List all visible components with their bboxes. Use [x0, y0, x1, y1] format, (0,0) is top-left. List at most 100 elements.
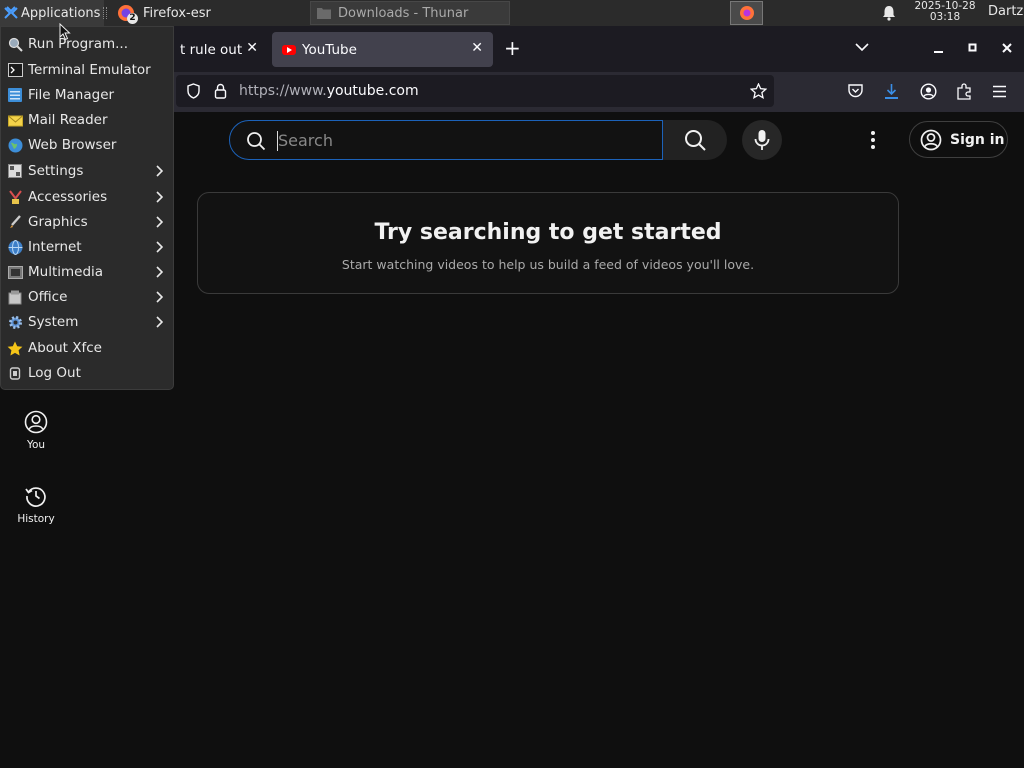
star-icon [7, 340, 23, 356]
panel-user-name[interactable]: Dartz [988, 4, 1023, 19]
account-circle-icon [920, 129, 942, 150]
account-icon[interactable] [920, 83, 937, 100]
hamburger-menu-icon[interactable] [992, 85, 1007, 98]
menu-item-about-xfce[interactable]: About Xfce [1, 336, 173, 360]
menu-item-label: Settings [28, 163, 84, 179]
tab-youtube[interactable]: YouTube ✕ [272, 32, 493, 67]
taskbar-firefox-label: Firefox-esr [143, 5, 211, 21]
search-button[interactable] [663, 120, 727, 160]
menu-item-log-out[interactable]: Log Out [1, 361, 173, 385]
url-text[interactable]: https://www.youtube.com [239, 83, 419, 99]
office-icon [7, 289, 23, 305]
panel-clock[interactable]: 2025-10-28 03:18 [906, 1, 984, 23]
internet-icon [7, 239, 23, 255]
tab-close-icon[interactable]: ✕ [471, 40, 483, 56]
menu-item-label: Accessories [28, 189, 108, 205]
account-icon [24, 410, 48, 434]
file-manager-icon [7, 87, 23, 103]
new-tab-button[interactable]: + [504, 38, 521, 58]
menu-item-run-program[interactable]: Run Program... [1, 32, 173, 56]
youtube-search-box[interactable]: Search [229, 120, 663, 160]
menu-item-accessories[interactable]: Accessories [1, 185, 173, 209]
extensions-icon[interactable] [956, 83, 973, 100]
search-icon [247, 132, 266, 151]
sidebar-item-you[interactable]: You [6, 410, 66, 451]
menu-item-label: Office [28, 289, 68, 305]
mouse-cursor-icon [59, 23, 71, 41]
bookmark-star-icon[interactable] [750, 83, 767, 99]
menu-item-label: Internet [28, 239, 82, 255]
menu-item-label: Log Out [28, 365, 81, 381]
clock-time: 03:18 [929, 11, 961, 23]
applications-menu-button[interactable]: Applications [0, 0, 105, 26]
sign-in-button[interactable]: Sign in [909, 121, 1008, 158]
search-input[interactable]: Search [278, 131, 333, 150]
menu-item-system[interactable]: System [1, 310, 173, 334]
lock-icon[interactable] [214, 83, 227, 99]
menu-item-label: Multimedia [28, 264, 104, 280]
globe-icon [7, 137, 23, 153]
more-options-icon[interactable] [870, 130, 876, 150]
menu-item-graphics[interactable]: Graphics [1, 210, 173, 234]
tab-close-icon[interactable]: ✕ [246, 40, 258, 56]
card-subtitle: Start watching videos to help us build a… [341, 257, 755, 272]
sidebar-item-history[interactable]: History [6, 484, 66, 525]
submenu-arrow-icon [156, 241, 163, 253]
maximize-icon[interactable] [968, 43, 978, 53]
menu-item-internet[interactable]: Internet [1, 235, 173, 259]
close-window-icon[interactable] [1002, 43, 1012, 53]
pocket-icon[interactable] [847, 83, 864, 99]
menu-item-label: Graphics [28, 214, 88, 230]
xfce-logo-icon [4, 6, 18, 19]
window-count-badge: 2 [127, 13, 138, 24]
menu-item-file-manager[interactable]: File Manager [1, 83, 173, 107]
downloads-icon[interactable] [884, 83, 899, 100]
search-icon [685, 130, 706, 151]
history-icon [25, 487, 46, 507]
list-all-tabs-icon[interactable] [855, 42, 869, 52]
sidebar-item-label: You [26, 439, 46, 451]
settings-icon [7, 163, 23, 179]
menu-item-label: System [28, 314, 79, 330]
submenu-arrow-icon [156, 216, 163, 228]
accessories-icon [7, 189, 23, 205]
mail-icon [7, 112, 23, 128]
url-host: youtube.com [326, 83, 419, 99]
menu-item-settings[interactable]: Settings [1, 159, 173, 183]
menu-item-label: About Xfce [28, 340, 102, 356]
submenu-arrow-icon [156, 165, 163, 177]
xfce-top-panel: Applications 2 Firefox-esr Downloads - T… [0, 0, 1024, 26]
menu-item-multimedia[interactable]: Multimedia [1, 260, 173, 284]
tab-title: YouTube [302, 41, 357, 58]
taskbar-thunar[interactable]: Downloads - Thunar [310, 1, 510, 25]
menu-item-label: File Manager [28, 87, 115, 103]
system-icon [7, 314, 23, 330]
run-icon [7, 36, 23, 52]
firefox-icon: 2 [116, 3, 138, 24]
microphone-icon [754, 130, 770, 150]
notification-bell-icon[interactable] [880, 4, 898, 22]
menu-item-label: Mail Reader [28, 112, 108, 128]
voice-search-button[interactable] [742, 120, 782, 160]
sidebar-item-label: History [17, 513, 55, 525]
submenu-arrow-icon [156, 191, 163, 203]
firefox-tray-icon [739, 6, 754, 20]
submenu-arrow-icon [156, 316, 163, 328]
tracking-shield-icon[interactable] [186, 83, 201, 99]
terminal-icon [7, 62, 23, 78]
graphics-icon [7, 214, 23, 230]
menu-item-mail-reader[interactable]: Mail Reader [1, 108, 173, 132]
submenu-arrow-icon [156, 266, 163, 278]
taskbar-firefox[interactable]: 2 Firefox-esr [110, 1, 308, 25]
minimize-icon[interactable] [934, 44, 944, 54]
applications-label: Applications [21, 5, 101, 21]
menu-item-label: Web Browser [28, 137, 117, 153]
menu-item-label: Terminal Emulator [28, 62, 151, 78]
tray-firefox-button[interactable] [730, 1, 763, 25]
applications-menu: Run Program... Terminal Emulator File Ma… [0, 26, 174, 390]
menu-item-office[interactable]: Office [1, 285, 173, 309]
menu-item-terminal[interactable]: Terminal Emulator [1, 58, 173, 82]
menu-item-web-browser[interactable]: Web Browser [1, 133, 173, 157]
youtube-favicon-icon [282, 44, 296, 55]
url-bar[interactable]: https://www.youtube.com [176, 75, 774, 107]
